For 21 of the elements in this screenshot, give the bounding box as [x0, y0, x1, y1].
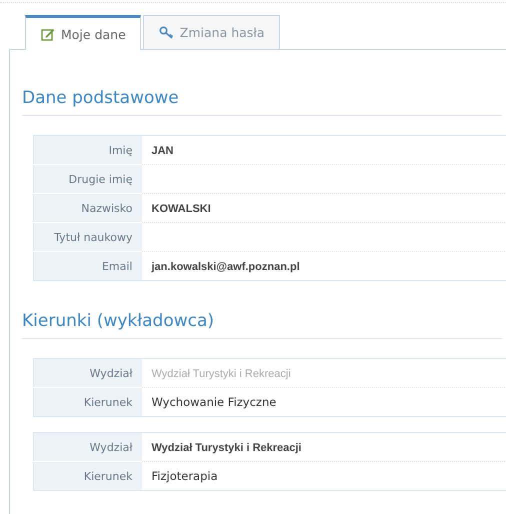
field-value: Wychowanie Fizyczne: [152, 395, 276, 409]
field-label: Wydział: [34, 432, 142, 462]
field-label: Nazwisko: [34, 194, 142, 222]
field-value: KOWALSKI: [152, 202, 211, 214]
field-label: Kierunek: [34, 462, 142, 490]
field-label: Tytuł naukowy: [34, 222, 142, 252]
field-label: Imię: [34, 136, 142, 164]
field-label: Kierunek: [34, 388, 142, 416]
edit-icon: [41, 28, 55, 40]
field-value: JAN: [152, 144, 174, 156]
section-heading: Dane podstawowe: [22, 88, 502, 116]
field-value: Wydział Turystyki i Rekreacji: [152, 368, 291, 380]
field-label: Email: [34, 252, 142, 280]
field-label: Drugie imię: [34, 164, 142, 194]
tab[interactable]: Moje dane: [25, 15, 141, 50]
section-heading: Kierunki (wykładowca): [22, 311, 502, 339]
key-icon: [158, 26, 174, 39]
field-value: Wydział Turystyki i Rekreacji: [152, 442, 302, 454]
field-label: Wydział: [34, 358, 142, 388]
field-value: Fizjoterapia: [152, 469, 218, 483]
field-value: jan.kowalski@awf.poznan.pl: [152, 260, 300, 272]
